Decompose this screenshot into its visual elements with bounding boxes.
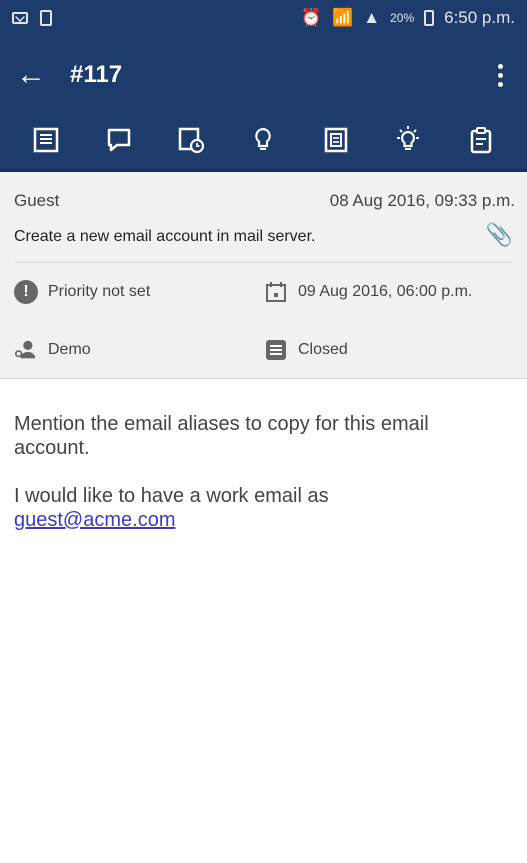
status-list-icon [264,338,288,362]
ticket-meta-row: Guest 08 Aug 2016, 09:33 p.m. [14,191,515,211]
attachment-icon[interactable]: 📎 [486,222,513,248]
wifi-icon: 📶 [332,8,354,27]
email-link[interactable]: guest@acme.com [14,509,175,531]
status-left-icons [12,10,52,26]
user-group-icon [14,338,38,362]
signal-icon: ▲ [363,8,381,27]
status-field[interactable]: Closed [264,338,348,362]
idea-icon[interactable] [246,123,280,157]
ticket-subject: Create a new email account in mail serve… [14,228,316,245]
ticket-description: Mention the email aliases to copy for th… [14,412,504,556]
battery-icon [424,10,435,26]
description-paragraph: I would like to have a work email as gue… [14,484,504,532]
ticket-subject-row: Create a new email account in mail serve… [14,222,513,248]
clipboard-icon[interactable] [464,123,498,157]
properties-row: Demo Closed [14,338,515,396]
properties-row: ! Priority not set 09 Aug 2016, 06:00 p.… [14,280,515,338]
ticket-properties: ! Priority not set 09 Aug 2016, 06:00 p.… [14,280,515,396]
status-value: Closed [298,341,348,358]
created-date: 08 Aug 2016, 09:33 p.m. [329,191,515,210]
comment-icon[interactable] [102,123,136,157]
details-icon[interactable] [29,123,63,157]
assignee-field[interactable]: Demo [14,338,264,362]
solution-icon[interactable] [391,123,425,157]
back-arrow-icon[interactable]: ← [16,58,60,92]
notes-icon[interactable] [319,123,353,157]
due-date-value: 09 Aug 2016, 06:00 p.m. [298,283,473,300]
priority-alert-icon: ! [14,280,38,304]
document-icon [40,10,52,26]
status-right: ⏰ 📶 ▲ 20% 6:50 p.m. [301,8,515,28]
description-paragraph: Mention the email aliases to copy for th… [14,413,429,459]
app-bar: ← #117 [0,36,527,114]
more-options-icon[interactable] [490,60,511,91]
status-time: 6:50 p.m. [444,8,515,27]
ticket-toolbar [0,114,527,172]
mail-icon [12,12,28,24]
ticket-number-title: #117 [70,61,123,88]
priority-field[interactable]: ! Priority not set [14,280,264,304]
requester-name: Guest [14,191,60,210]
battery-level: 20% [390,11,415,25]
alarm-icon: ⏰ [300,8,323,27]
priority-value: Priority not set [48,283,151,300]
divider [14,262,513,263]
assignee-value: Demo [48,341,91,358]
history-icon[interactable] [174,123,208,157]
ticket-info-panel: Guest 08 Aug 2016, 09:33 p.m. Create a n… [0,172,527,379]
due-date-field[interactable]: 09 Aug 2016, 06:00 p.m. [264,280,472,304]
description-text: I would like to have a work email as [14,485,329,507]
calendar-icon [264,280,288,304]
status-bar: ⏰ 📶 ▲ 20% 6:50 p.m. [0,0,527,36]
